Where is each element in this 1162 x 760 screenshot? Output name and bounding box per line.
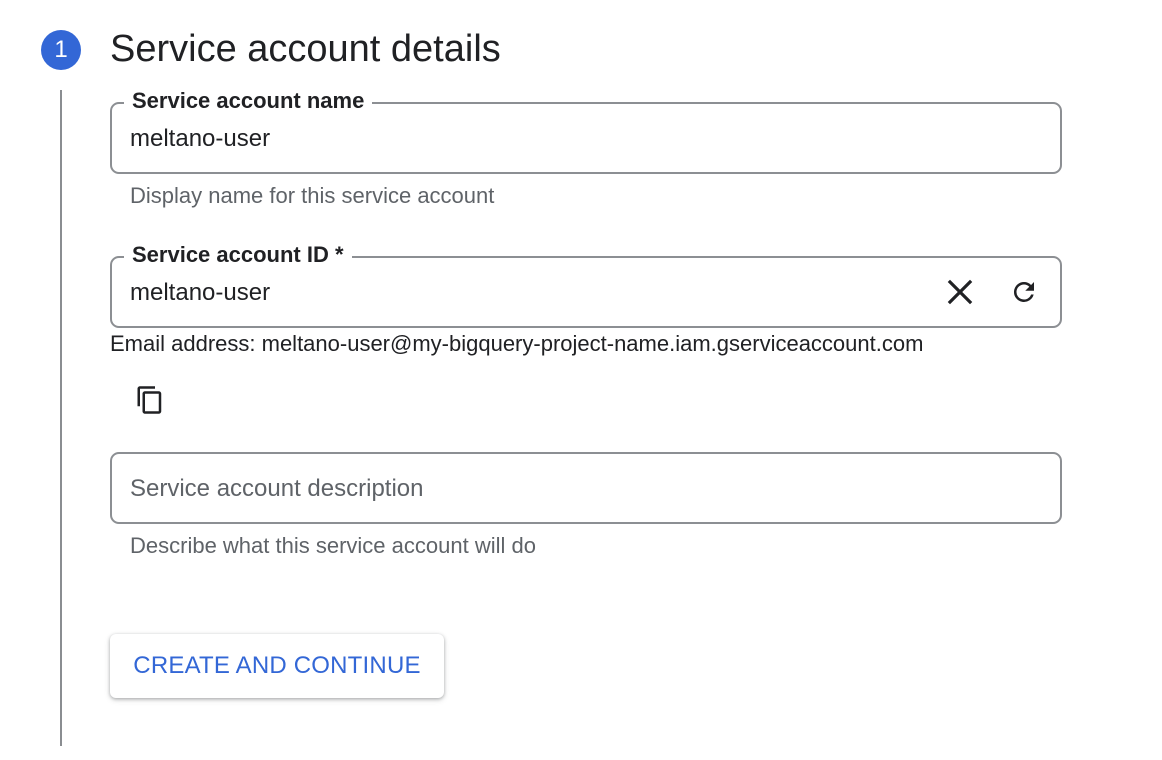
copy-icon[interactable] — [130, 380, 170, 420]
refresh-icon[interactable] — [1004, 272, 1044, 312]
service-account-description-input[interactable]: Service account description — [130, 474, 423, 504]
create-and-continue-button[interactable]: CREATE AND CONTINUE — [110, 634, 444, 698]
service-account-id-input[interactable]: meltano-user — [130, 278, 270, 308]
service-account-description-hint: Describe what this service account will … — [130, 533, 536, 558]
close-icon[interactable] — [940, 272, 980, 312]
service-account-id-label: Service account ID * — [124, 242, 352, 268]
service-account-name-label: Service account name — [124, 88, 373, 114]
service-account-name-input[interactable]: meltano-user — [130, 124, 270, 154]
service-account-description-field[interactable]: Service account description — [110, 452, 1062, 524]
service-account-name-field[interactable]: Service account name meltano-user — [110, 88, 1062, 174]
service-account-name-hint: Display name for this service account — [130, 183, 495, 208]
service-account-step: 1 Service account details Service accoun… — [0, 0, 1162, 760]
step-title: Service account details — [110, 28, 501, 70]
service-account-id-field[interactable]: Service account ID * meltano-user — [110, 242, 1062, 328]
email-address-text: Email address: meltano-user@my-bigquery-… — [110, 331, 924, 356]
step-connector-line — [60, 90, 62, 746]
step-number-badge: 1 — [41, 30, 81, 70]
